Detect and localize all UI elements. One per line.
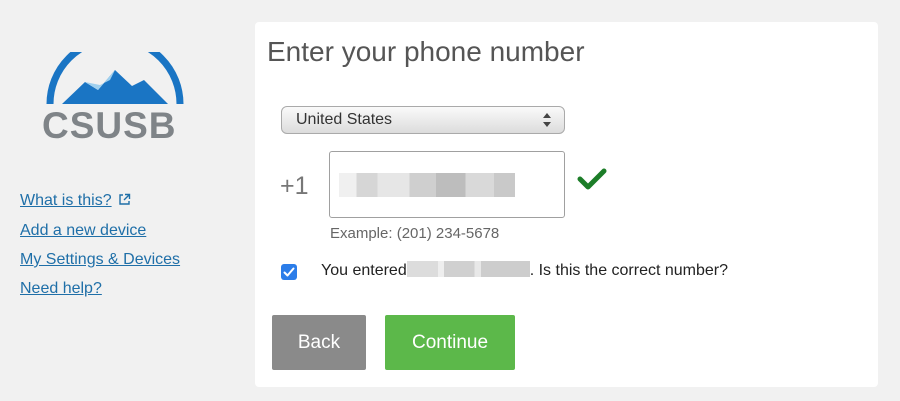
confirm-number-label: You entered . Is this the correct number?	[321, 261, 728, 280]
select-arrows-icon	[543, 113, 551, 127]
checkbox-check-icon	[283, 267, 295, 277]
confirm-number-checkbox[interactable]	[281, 264, 297, 280]
redacted-phone-number	[339, 173, 515, 197]
phone-number-input[interactable]	[329, 151, 565, 218]
back-button[interactable]: Back	[272, 315, 366, 370]
what-is-this-label: What is this?	[20, 192, 112, 209]
add-device-link[interactable]: Add a new device	[20, 221, 180, 241]
redacted-phone-inline	[406, 261, 530, 277]
sidebar: CSUSB What is this? Add a new device My …	[0, 0, 250, 401]
enrollment-card: Enter your phone number United States +1…	[255, 22, 878, 387]
country-select[interactable]: United States	[281, 106, 565, 134]
need-help-link[interactable]: Need help?	[20, 279, 180, 299]
valid-check-icon	[577, 168, 607, 190]
csusb-logo: CSUSB	[40, 52, 190, 152]
external-link-icon	[118, 192, 131, 212]
confirm-suffix: . Is this the correct number?	[529, 262, 729, 279]
country-select-value: United States	[296, 111, 393, 128]
country-code: +1	[280, 172, 309, 200]
confirm-prefix: You entered	[321, 262, 407, 279]
example-hint: Example: (201) 234-5678	[330, 225, 500, 242]
logo-wordmark: CSUSB	[42, 105, 177, 146]
settings-devices-link[interactable]: My Settings & Devices	[20, 250, 180, 270]
what-is-this-link[interactable]: What is this?	[20, 191, 180, 212]
sidebar-links: What is this? Add a new device My Settin…	[20, 191, 180, 308]
page-title: Enter your phone number	[267, 36, 585, 67]
continue-button[interactable]: Continue	[385, 315, 515, 370]
mountain-logo-icon	[46, 52, 184, 105]
